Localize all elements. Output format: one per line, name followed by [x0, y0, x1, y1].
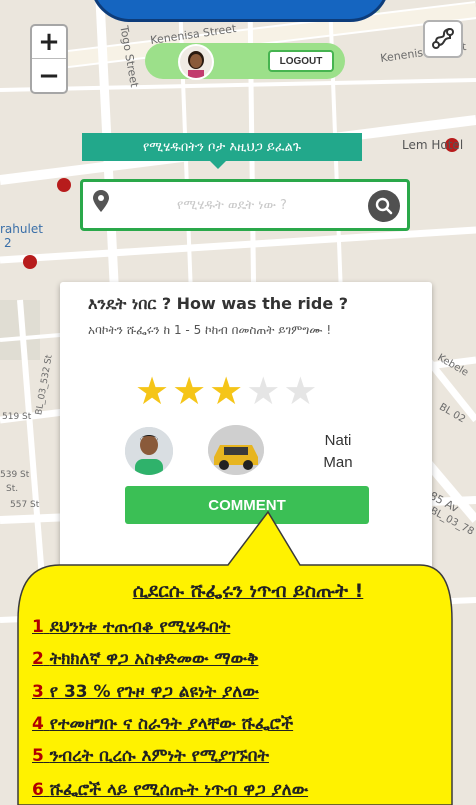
promo-item-number: 3 — [32, 682, 44, 702]
street-label: 557 St — [10, 500, 40, 510]
star-icon[interactable]: ★ — [209, 372, 243, 410]
search-icon — [375, 197, 393, 215]
search-button[interactable] — [368, 190, 400, 222]
promo-list-item: 5 ንብረት ቢረሱ እምነት የሚያገኙበት — [32, 746, 269, 766]
star-icon[interactable]: ★ — [135, 372, 169, 410]
star-icon[interactable]: ★ — [246, 372, 280, 410]
promo-item-number: 4 — [32, 714, 44, 734]
promo-item-number: 1 — [32, 617, 44, 637]
promo-list-item: 3 የ 33 % የጉዞ ዋጋ ልዩነት ያለው — [32, 682, 259, 702]
driver-name: Nati Man — [308, 430, 368, 474]
destination-search-input[interactable] — [117, 190, 347, 220]
car-photo — [208, 425, 264, 475]
rating-instructions: አባኮትን ሹፌሩን ከ 1 - 5 ኮከብ በመስጠት ይገምግሙ ! — [88, 323, 332, 337]
promo-item-number: 2 — [32, 649, 44, 669]
user-avatar-icon[interactable] — [178, 44, 214, 80]
promo-item-text: የ 33 % የጉዞ ዋጋ ልዩነት ያለው — [49, 682, 259, 702]
promo-item-text: ደህንነቱ ተጠብቆ የሚሄዱበት — [49, 617, 231, 637]
driver-last-name: Man — [323, 454, 353, 471]
poi-label: Lem Hotel — [402, 138, 464, 152]
promo-title: ሲደርሱ ሹፌሩን ነጥብ ይስጡት ! — [132, 580, 364, 602]
street-label: 519 St — [2, 412, 32, 422]
zoom-in-button[interactable]: + — [32, 26, 66, 59]
poi-label: rahulet — [0, 222, 43, 236]
destination-search-bar — [80, 179, 410, 231]
promo-list-item: 4 የተመዘግቡ ና ስራዓት ያላቸው ሹፌሮች — [32, 714, 293, 734]
promo-list-item: 6 ሹፌሮች ላይ የሚሰጡት ነጥብ ዋጋ ያለው — [32, 780, 308, 800]
promo-item-text: ትክክለኛ ዋጋ አስቀድመው ማውቅ — [49, 649, 259, 669]
promo-item-number: 6 — [32, 780, 44, 800]
promo-list-item: 2 ትክክለኛ ዋጋ አስቀድመው ማውቅ — [32, 649, 258, 669]
star-icon[interactable]: ★ — [283, 372, 317, 410]
promo-list-item: 1 ደህንነቱ ተጠብቆ የሚሄዱበት — [32, 617, 230, 637]
zoom-control: + − — [30, 24, 68, 94]
logout-button[interactable]: LOGOUT — [268, 50, 334, 72]
promo-item-text: ሹፌሮች ላይ የሚሰጡት ነጥብ ዋጋ ያለው — [49, 780, 309, 800]
comment-button[interactable]: COMMENT — [125, 486, 369, 524]
street-label: 539 St — [0, 470, 30, 480]
promo-item-text: የተመዘግቡ ና ስራዓት ያላቸው ሹፌሮች — [49, 714, 294, 734]
promo-item-text: ንብረት ቢረሱ እምነት የሚያገኙበት — [49, 746, 269, 766]
route-button[interactable] — [423, 20, 463, 58]
zoom-out-button[interactable]: − — [32, 59, 66, 92]
location-pin-icon — [93, 190, 109, 212]
street-label: St. — [6, 484, 19, 494]
destination-prompt: የሚሄዱበትን ቦታ እዚህጋ ይፈልጉ — [82, 133, 362, 169]
star-icon[interactable]: ★ — [172, 372, 206, 410]
driver-first-name: Nati — [324, 432, 352, 449]
poi-label: 2 — [4, 236, 12, 250]
route-icon — [432, 28, 454, 49]
rating-title: እንዴት ነበር ? How was the ride ? — [88, 294, 349, 313]
promo-item-number: 5 — [32, 746, 44, 766]
header-band — [90, 0, 390, 22]
star-rating: ★ ★ ★ ★ ★ — [135, 372, 317, 410]
driver-photo — [125, 427, 173, 475]
